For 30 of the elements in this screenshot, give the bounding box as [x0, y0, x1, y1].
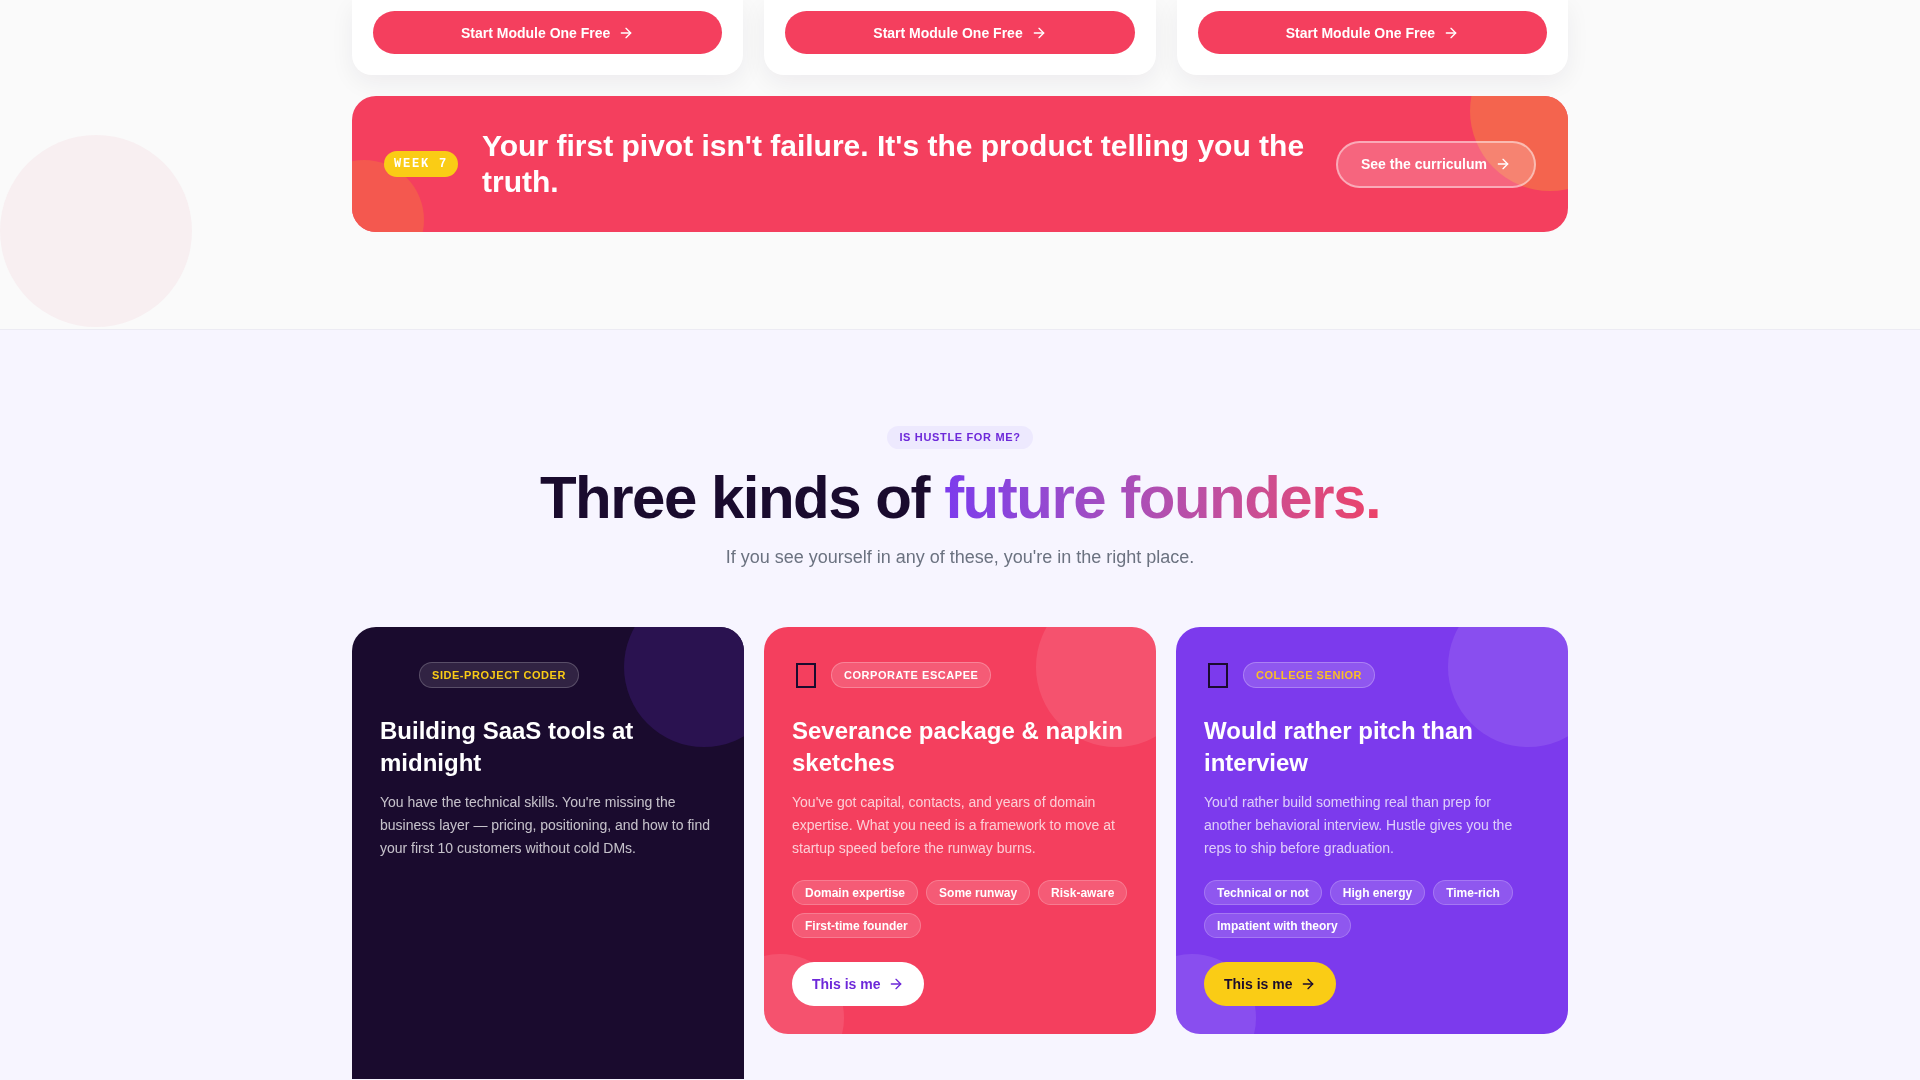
this-is-me-button[interactable]: This is me [1204, 962, 1337, 1006]
trait-tag: First-time founder [792, 913, 921, 938]
persona-description: You'd rather build something real than prep for another behavioral interview. Hustle gives you the reps to ship before graduation. [1204, 793, 1514, 858]
trait-tag: Technical or not [1204, 880, 1322, 905]
banner-headline: Your first pivot isn't failure. It's the product telling you the truth. [482, 128, 1306, 200]
persona-tag: CORPORATE ESCAPEE [831, 662, 992, 688]
see-curriculum-button[interactable]: See the curriculum [1335, 140, 1536, 188]
persona-title: Severance package & napkin sketches [792, 716, 1124, 778]
trait-tag: Some runway [926, 880, 1031, 905]
trait-tag: Impatient with theory [1204, 913, 1351, 938]
arrow-right-icon [1495, 156, 1511, 172]
start-module-button[interactable]: Start Module One Free [785, 11, 1135, 54]
start-module-button[interactable]: Start Module One Free [1197, 11, 1547, 54]
persona-title: Building SaaS tools at midnight [380, 716, 635, 778]
trait-tag: Domain expertise [792, 880, 919, 905]
section-subtitle: If you see yourself in any of these, you're in the right place. [725, 546, 1195, 569]
persona-description: You have the technical skills. You're missing the business layer — pricing, positioning, and how to find your first 10 customers without cold DMs. [380, 793, 711, 858]
persona-tag: COLLEGE SENIOR [1243, 662, 1376, 688]
this-is-me-button[interactable]: This is me [792, 962, 925, 1006]
persona-title: Would rather pitch than interview [1204, 716, 1474, 778]
persona-tag: SIDE-PROJECT CODER [419, 662, 579, 688]
start-module-button[interactable]: Start Module One Free [373, 11, 723, 54]
trait-tag: High energy [1329, 880, 1426, 905]
trait-tag: Time-rich [1433, 880, 1513, 905]
box-outline-icon [1208, 662, 1228, 688]
eyebrow-pill: IS HUSTLE FOR ME? [887, 426, 1033, 449]
persona-description: You've got capital, contacts, and years of domain expertise. What you need is a framework to move at startup speed before the runway burns. [792, 793, 1116, 858]
week-badge: WEEK 7 [384, 151, 458, 177]
box-outline-icon [796, 662, 816, 688]
trait-tag: Risk-aware [1038, 880, 1128, 905]
